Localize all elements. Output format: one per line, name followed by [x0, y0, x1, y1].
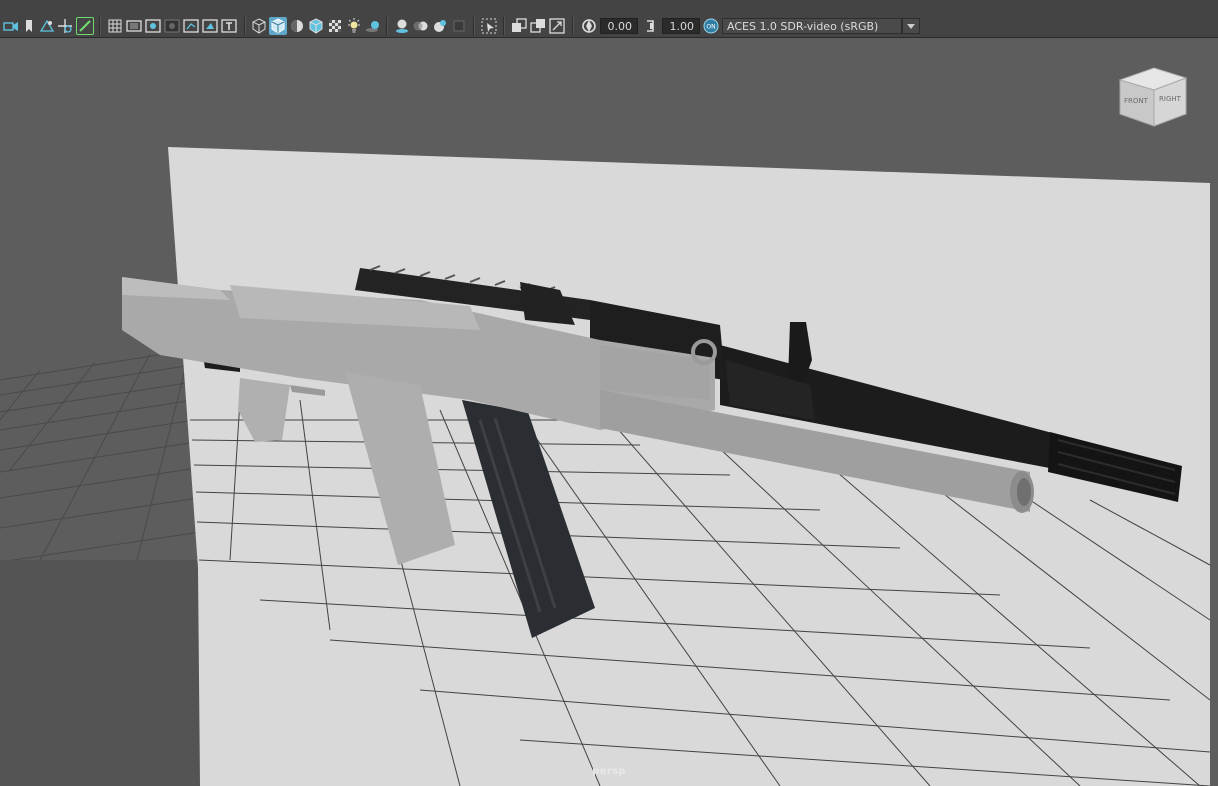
- image-plane-icon[interactable]: [38, 17, 56, 35]
- safe-action-icon[interactable]: [201, 17, 219, 35]
- gate-mask-icon[interactable]: [163, 17, 181, 35]
- gamma-field[interactable]: 1.00: [662, 18, 700, 34]
- color-management-icon[interactable]: ON: [702, 17, 720, 35]
- field-chart-icon[interactable]: [182, 17, 200, 35]
- xray-active-components-icon[interactable]: [548, 17, 566, 35]
- isolate-select-icon[interactable]: [480, 17, 498, 35]
- exposure-icon[interactable]: [580, 17, 598, 35]
- bookmark-icon[interactable]: [20, 17, 38, 35]
- viewcube-right-label: RIGHT: [1159, 95, 1182, 103]
- grease-pencil-icon[interactable]: [76, 17, 94, 35]
- textured-icon[interactable]: [326, 17, 344, 35]
- wireframe-on-shaded-icon[interactable]: [307, 17, 325, 35]
- 2d-pan-zoom-icon[interactable]: [56, 17, 74, 35]
- exposure-field[interactable]: 0.00: [600, 18, 638, 34]
- view-cube[interactable]: FRONT RIGHT: [1118, 66, 1188, 130]
- chevron-down-icon[interactable]: [902, 18, 920, 34]
- use-all-lights-icon[interactable]: [345, 17, 363, 35]
- color-space-select[interactable]: ACES 1.0 SDR-video (sRGB): [722, 18, 902, 34]
- shadows-icon[interactable]: [364, 17, 382, 35]
- svg-text:ON: ON: [706, 24, 715, 31]
- menu-strip: [0, 0, 1218, 14]
- grid-icon[interactable]: [106, 17, 124, 35]
- screen-space-ao-icon[interactable]: [393, 17, 411, 35]
- viewcube-front-label: FRONT: [1124, 97, 1149, 105]
- use-default-material-icon[interactable]: [288, 17, 306, 35]
- xray-joints-icon[interactable]: [529, 17, 547, 35]
- safe-title-icon[interactable]: [220, 17, 238, 35]
- film-gate-icon[interactable]: [125, 17, 143, 35]
- resolution-gate-icon[interactable]: [144, 17, 162, 35]
- gamma-icon[interactable]: [642, 17, 660, 35]
- motion-blur-icon[interactable]: [412, 17, 430, 35]
- camera-icon[interactable]: [2, 17, 20, 35]
- viewport-3d[interactable]: [0, 39, 1218, 786]
- camera-name-label: persp: [592, 766, 626, 777]
- multisample-aa-icon[interactable]: [431, 17, 449, 35]
- depth-of-field-icon[interactable]: [450, 17, 468, 35]
- smooth-shade-icon[interactable]: [269, 17, 287, 35]
- panel-toolbar: 0.00 1.00 ON ACES 1.0 SDR-video (sRGB): [0, 14, 1218, 38]
- wireframe-icon[interactable]: [250, 17, 268, 35]
- xray-icon[interactable]: [510, 17, 528, 35]
